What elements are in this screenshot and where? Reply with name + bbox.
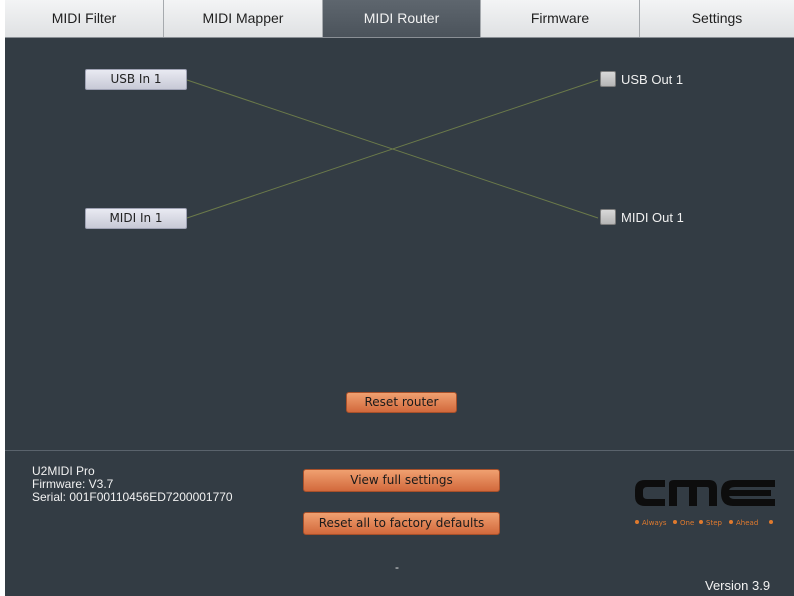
status-text: - <box>395 560 399 574</box>
tab-midi-router[interactable]: MIDI Router <box>323 0 481 37</box>
tab-midi-mapper[interactable]: MIDI Mapper <box>164 0 323 37</box>
cme-logo-mark: Always One Step Ahead <box>635 480 775 527</box>
tab-settings[interactable]: Settings <box>640 0 794 37</box>
version-label: Version 3.9 <box>705 578 771 593</box>
tab-firmware[interactable]: Firmware <box>481 0 640 37</box>
view-full-settings-button[interactable]: View full settings <box>303 469 500 492</box>
route-lines <box>186 79 599 219</box>
tab-midi-filter[interactable]: MIDI Filter <box>5 0 164 37</box>
midi-out-1-port[interactable]: MIDI Out 1 <box>600 207 684 227</box>
tab-bar: MIDI Filter MIDI Mapper MIDI Router Firm… <box>5 0 794 38</box>
router-panel: USB In 1 MIDI In 1 USB Out 1 MIDI Out 1 … <box>5 38 794 451</box>
logo-tagline-2: One <box>680 519 694 527</box>
serial-number: Serial: 001F00110456ED7200001770 <box>32 490 233 504</box>
cme-logo: Always One Step Ahead <box>631 474 783 534</box>
midi-out-1-label: MIDI Out 1 <box>621 209 684 225</box>
app-window: MIDI Filter MIDI Mapper MIDI Router Firm… <box>5 0 794 596</box>
logo-tagline-4: Ahead <box>736 519 758 527</box>
midi-in-1-button[interactable]: MIDI In 1 <box>85 208 187 229</box>
device-info: U2MIDI Pro Firmware: V3.7 Serial: 001F00… <box>32 465 233 504</box>
footer-divider <box>5 450 794 451</box>
reset-router-button[interactable]: Reset router <box>346 392 457 413</box>
logo-tagline-3: Step <box>706 519 722 527</box>
midi-out-1-checkbox[interactable] <box>600 209 616 225</box>
usb-out-1-checkbox[interactable] <box>600 71 616 87</box>
reset-factory-defaults-button[interactable]: Reset all to factory defaults <box>303 512 500 535</box>
logo-tagline-1: Always <box>642 519 667 527</box>
usb-out-1-label: USB Out 1 <box>621 71 684 87</box>
usb-in-1-button[interactable]: USB In 1 <box>85 69 187 90</box>
usb-out-1-port[interactable]: USB Out 1 <box>600 69 683 89</box>
